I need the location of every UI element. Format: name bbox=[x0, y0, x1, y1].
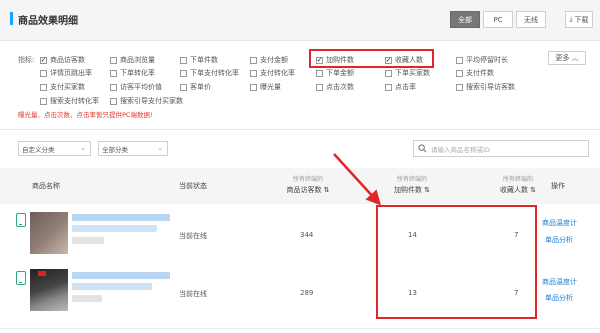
checkbox-icon bbox=[110, 69, 117, 77]
metric-checkbox[interactable]: 平均停留时长 bbox=[456, 55, 508, 65]
metric-checkbox[interactable]: 下单金额 bbox=[316, 68, 354, 78]
download-icon: ⤓ bbox=[569, 15, 573, 23]
highlight-box-values bbox=[376, 205, 537, 319]
checkbox-icon bbox=[40, 97, 47, 105]
metric-checkbox[interactable]: 访客平均价值 bbox=[110, 82, 162, 92]
metric-checkbox[interactable]: 下单转化率 bbox=[110, 68, 155, 78]
visitors-value: 289 bbox=[300, 289, 314, 297]
annotation-arrow-icon bbox=[333, 153, 382, 206]
search-icon bbox=[418, 144, 427, 153]
metric-checkbox[interactable]: 搜索引导支付买家数 bbox=[110, 96, 183, 106]
section-title: 商品效果明细 bbox=[18, 16, 78, 27]
thumbnail-badge bbox=[38, 271, 46, 276]
col-favorites[interactable]: 所有终端的 收藏人数 ⇅ bbox=[478, 174, 558, 195]
single-product-analysis-link[interactable]: 单品分析 bbox=[545, 235, 573, 245]
custom-category-select[interactable]: 自定义分类 ⌄ bbox=[18, 141, 91, 156]
metrics-label: 指标: bbox=[18, 56, 35, 64]
more-button[interactable]: 更多 ︿ bbox=[548, 51, 586, 65]
checkbox-icon bbox=[110, 83, 117, 91]
metric-checkbox[interactable]: 支付金额 bbox=[250, 55, 288, 65]
visitors-value: 344 bbox=[300, 231, 314, 239]
mobile-icon bbox=[16, 213, 26, 227]
metric-checkbox[interactable]: 支付件数 bbox=[456, 68, 494, 78]
mobile-icon bbox=[16, 271, 26, 285]
product-title-blurred[interactable] bbox=[72, 214, 170, 221]
metrics-note: 曝光量、点击次数、点击率暂只提供PC端数据! bbox=[18, 111, 153, 119]
chevron-down-icon: ⌄ bbox=[157, 144, 163, 152]
checkbox-icon bbox=[456, 69, 463, 77]
checkbox-icon bbox=[40, 69, 47, 77]
metric-checkbox[interactable]: 点击次数 bbox=[316, 82, 354, 92]
checkbox-icon bbox=[250, 83, 257, 91]
checkbox-icon bbox=[456, 83, 463, 91]
checkbox-icon bbox=[180, 56, 187, 64]
metric-checkbox[interactable]: 点击率 bbox=[385, 82, 416, 92]
product-title-blurred[interactable] bbox=[72, 225, 157, 232]
checkbox-checked-icon: ✓ bbox=[40, 56, 47, 64]
col-actions: 操作 bbox=[551, 182, 565, 190]
checkbox-icon bbox=[250, 69, 257, 77]
checkbox-icon bbox=[250, 56, 257, 64]
status-text: 当前在线 bbox=[179, 232, 207, 240]
status-text: 当前在线 bbox=[179, 290, 207, 298]
download-button[interactable]: ⤓ 下载 bbox=[565, 11, 593, 28]
tab-all[interactable]: 全部 bbox=[450, 11, 480, 28]
product-thumbnail[interactable] bbox=[30, 269, 68, 311]
all-category-select[interactable]: 全部分类 ⌄ bbox=[98, 141, 168, 156]
product-meta-blurred bbox=[72, 237, 104, 244]
checkbox-icon bbox=[456, 56, 463, 64]
title-accent-bar bbox=[10, 12, 13, 25]
product-meta-blurred bbox=[72, 295, 102, 302]
product-title-blurred[interactable] bbox=[72, 283, 152, 290]
metric-checkbox[interactable]: 下单买家数 bbox=[385, 68, 430, 78]
checkbox-icon bbox=[316, 83, 323, 91]
metric-checkbox[interactable]: 曝光量 bbox=[250, 82, 281, 92]
single-product-analysis-link[interactable]: 单品分析 bbox=[545, 293, 573, 303]
checkbox-icon bbox=[110, 97, 117, 105]
checkbox-icon bbox=[40, 83, 47, 91]
metric-checkbox[interactable]: 详情页跳出率 bbox=[40, 68, 92, 78]
product-thumbnail[interactable] bbox=[30, 212, 68, 254]
col-status: 当前状态 bbox=[179, 182, 207, 190]
metric-checkbox[interactable]: 搜索引导访客数 bbox=[456, 82, 515, 92]
metric-checkbox[interactable]: 支付买家数 bbox=[40, 82, 85, 92]
checkbox-icon bbox=[316, 69, 323, 77]
tab-pc[interactable]: PC bbox=[483, 11, 513, 28]
download-label: 下载 bbox=[574, 15, 589, 24]
checkbox-icon bbox=[385, 83, 392, 91]
metric-checkbox[interactable]: 下单支付转化率 bbox=[180, 68, 239, 78]
metric-checkbox[interactable]: 商品浏览量 bbox=[110, 55, 155, 65]
highlight-box-metrics bbox=[309, 49, 434, 68]
chevron-up-icon: ︿ bbox=[571, 54, 579, 62]
metric-checkbox[interactable]: 搜索支付转化率 bbox=[40, 96, 99, 106]
metric-checkbox[interactable]: 支付转化率 bbox=[250, 68, 295, 78]
product-title-blurred[interactable] bbox=[72, 272, 170, 279]
checkbox-icon bbox=[180, 83, 187, 91]
tab-wireless[interactable]: 无线 bbox=[516, 11, 546, 28]
checkbox-icon bbox=[110, 56, 117, 64]
chevron-down-icon: ⌄ bbox=[80, 144, 86, 152]
col-product-name: 商品名称 bbox=[32, 182, 60, 190]
product-thermometer-link[interactable]: 商品温度计 bbox=[542, 218, 577, 228]
search-input[interactable]: 请输入商品名称或ID bbox=[413, 140, 589, 157]
product-thermometer-link[interactable]: 商品温度计 bbox=[542, 277, 577, 287]
metric-checkbox[interactable]: ✓ 商品访客数 bbox=[40, 55, 85, 65]
checkbox-icon bbox=[180, 69, 187, 77]
checkbox-icon bbox=[385, 69, 392, 77]
metric-checkbox[interactable]: 客单价 bbox=[180, 82, 211, 92]
metric-checkbox[interactable]: 下单件数 bbox=[180, 55, 218, 65]
divider bbox=[0, 129, 600, 130]
